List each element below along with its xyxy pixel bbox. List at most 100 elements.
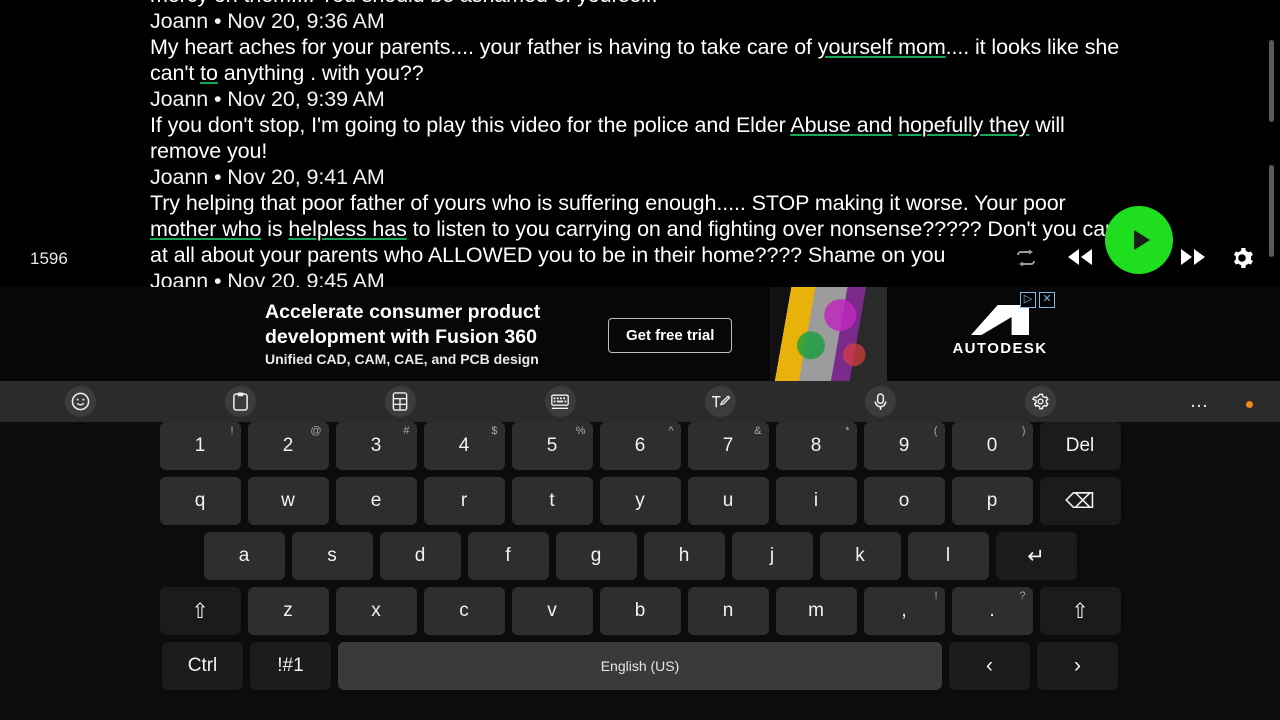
comment-author-timestamp: Joann • Nov 20, 9:36 AM [150, 9, 385, 33]
repeat-icon[interactable] [1015, 249, 1037, 267]
scrollbar-thumb-upper[interactable] [1269, 40, 1274, 122]
key-a[interactable]: a [203, 532, 285, 580]
key-j[interactable]: j [731, 532, 813, 580]
ad-content[interactable]: Accelerate consumer product development … [265, 287, 1280, 381]
key-ctrl[interactable]: Ctrl [162, 642, 243, 690]
key-comma[interactable]: !, [863, 587, 945, 635]
key-t-label: t [549, 490, 555, 511]
key-1-sup: ! [230, 425, 234, 437]
key-arrow-left[interactable]: ‹ [949, 642, 1030, 690]
key-s[interactable]: s [291, 532, 373, 580]
key-q-label: q [194, 490, 206, 511]
toolbar-slot-emoji[interactable] [0, 386, 160, 417]
key-arrow-right[interactable]: › [1037, 642, 1118, 690]
ad-choices-controls[interactable]: ▷ ✕ [1020, 292, 1055, 308]
key-k[interactable]: k [819, 532, 901, 580]
toolbar-slot-keyboard-mode[interactable] [480, 386, 640, 417]
ad-product-image[interactable] [770, 287, 887, 381]
key-u[interactable]: u [687, 477, 769, 525]
key-g[interactable]: g [555, 532, 637, 580]
key-f[interactable]: f [467, 532, 549, 580]
key-q[interactable]: q [159, 477, 241, 525]
key-g-label: g [590, 545, 602, 566]
key-c[interactable]: c [423, 587, 505, 635]
key-m[interactable]: m [775, 587, 857, 635]
key-period[interactable]: ?. [951, 587, 1033, 635]
key-r[interactable]: r [423, 477, 505, 525]
rewind-icon[interactable] [1067, 249, 1093, 265]
grammar-suggestion[interactable]: Abuse and [790, 113, 892, 137]
toolbar-slot-clipboard[interactable] [160, 386, 320, 417]
key-6[interactable]: ^ 6 [599, 422, 681, 470]
keyboard-mode-icon[interactable] [544, 386, 576, 417]
key-1[interactable]: ! 1 [159, 422, 241, 470]
toolbar-slot-number-pad[interactable] [320, 386, 480, 417]
key-spacebar[interactable]: English (US) [338, 642, 942, 690]
number-pad-icon[interactable] [384, 386, 416, 417]
grammar-suggestion[interactable]: to [200, 61, 218, 85]
key-3[interactable]: #3 [335, 422, 417, 470]
player-gear-icon[interactable] [1230, 246, 1254, 270]
key-backspace[interactable]: ⌫ [1039, 477, 1121, 525]
key-i[interactable]: i [775, 477, 857, 525]
key-7-label: 7 [722, 435, 734, 456]
toolbar-slot-handwriting[interactable] [640, 386, 800, 417]
key-p[interactable]: p [951, 477, 1033, 525]
key-symbols[interactable]: !#1 [250, 642, 331, 690]
handwriting-icon[interactable] [704, 386, 736, 417]
key-b[interactable]: b [599, 587, 681, 635]
key-t[interactable]: t [511, 477, 593, 525]
key-8[interactable]: * 8 [775, 422, 857, 470]
key-d[interactable]: d [379, 532, 461, 580]
grammar-suggestion[interactable]: hopefully they [898, 113, 1029, 137]
key-l[interactable]: l [907, 532, 989, 580]
key-e[interactable]: e [335, 477, 417, 525]
key-delete[interactable]: Del [1039, 422, 1121, 470]
key-2[interactable]: @2 [247, 422, 329, 470]
advertisement-banner[interactable]: Accelerate consumer product development … [0, 287, 1280, 381]
comment-body-text: is [261, 217, 289, 241]
toolbar-slot-voice-input[interactable] [800, 386, 960, 417]
key-4[interactable]: $4 [423, 422, 505, 470]
key-w[interactable]: w [247, 477, 329, 525]
key-x[interactable]: x [335, 587, 417, 635]
play-button[interactable] [1105, 206, 1173, 274]
key-0[interactable]: ) 0 [951, 422, 1033, 470]
comment-body-text: Try helping that poor father of yours wh… [150, 191, 1066, 215]
key-y[interactable]: y [599, 477, 681, 525]
keyboard-toolbar[interactable]: … [0, 381, 1280, 422]
key-9[interactable]: (9 [863, 422, 945, 470]
emoji-icon[interactable] [64, 386, 96, 417]
more-options-icon[interactable]: … [1190, 392, 1211, 411]
toolbar-slot-settings[interactable] [960, 386, 1120, 417]
adchoices-info-icon[interactable]: ▷ [1020, 292, 1036, 308]
key-o[interactable]: o [863, 477, 945, 525]
key-7[interactable]: & 7 [687, 422, 769, 470]
key-k-label: k [855, 545, 865, 566]
key-n[interactable]: n [687, 587, 769, 635]
comment-text-pane[interactable]: mercy on them.... You should be ashamed … [0, 0, 1280, 287]
fast-forward-icon[interactable] [1180, 249, 1206, 265]
key-z[interactable]: z [247, 587, 329, 635]
virtual-keyboard[interactable]: … ! 1 @2 #3 $4 % 5 ^ 6 & 7 * 8 (9 ) 0 Del q w [0, 381, 1280, 720]
grammar-suggestion[interactable]: yourself mom [818, 35, 946, 59]
media-player-controls[interactable] [1005, 205, 1280, 285]
clipboard-icon[interactable] [224, 386, 256, 417]
grammar-suggestion[interactable]: helpless has [288, 217, 406, 241]
ad-close-icon[interactable]: ✕ [1039, 292, 1055, 308]
microphone-icon[interactable] [864, 386, 896, 417]
key-h[interactable]: h [643, 532, 725, 580]
key-5[interactable]: % 5 [511, 422, 593, 470]
keyboard-rows[interactable]: ! 1 @2 #3 $4 % 5 ^ 6 & 7 * 8 (9 ) 0 Del q w e … [0, 422, 1280, 697]
toolbar-slot-more[interactable]: … [1120, 392, 1280, 411]
key-shift-left[interactable]: ⇧ [159, 587, 241, 635]
key-v[interactable]: v [511, 587, 593, 635]
ad-headline: Accelerate consumer product development … [265, 301, 541, 348]
key-3-label: 3 [370, 435, 382, 456]
comment-text-flow[interactable]: mercy on them.... You should be ashamed … [150, 0, 1125, 287]
grammar-suggestion[interactable]: mother who [150, 217, 261, 241]
key-enter[interactable]: ↵ [995, 532, 1077, 580]
key-shift-right[interactable]: ⇧ [1039, 587, 1121, 635]
ad-cta-button[interactable]: Get free trial [608, 318, 733, 353]
gear-icon[interactable] [1024, 386, 1056, 417]
